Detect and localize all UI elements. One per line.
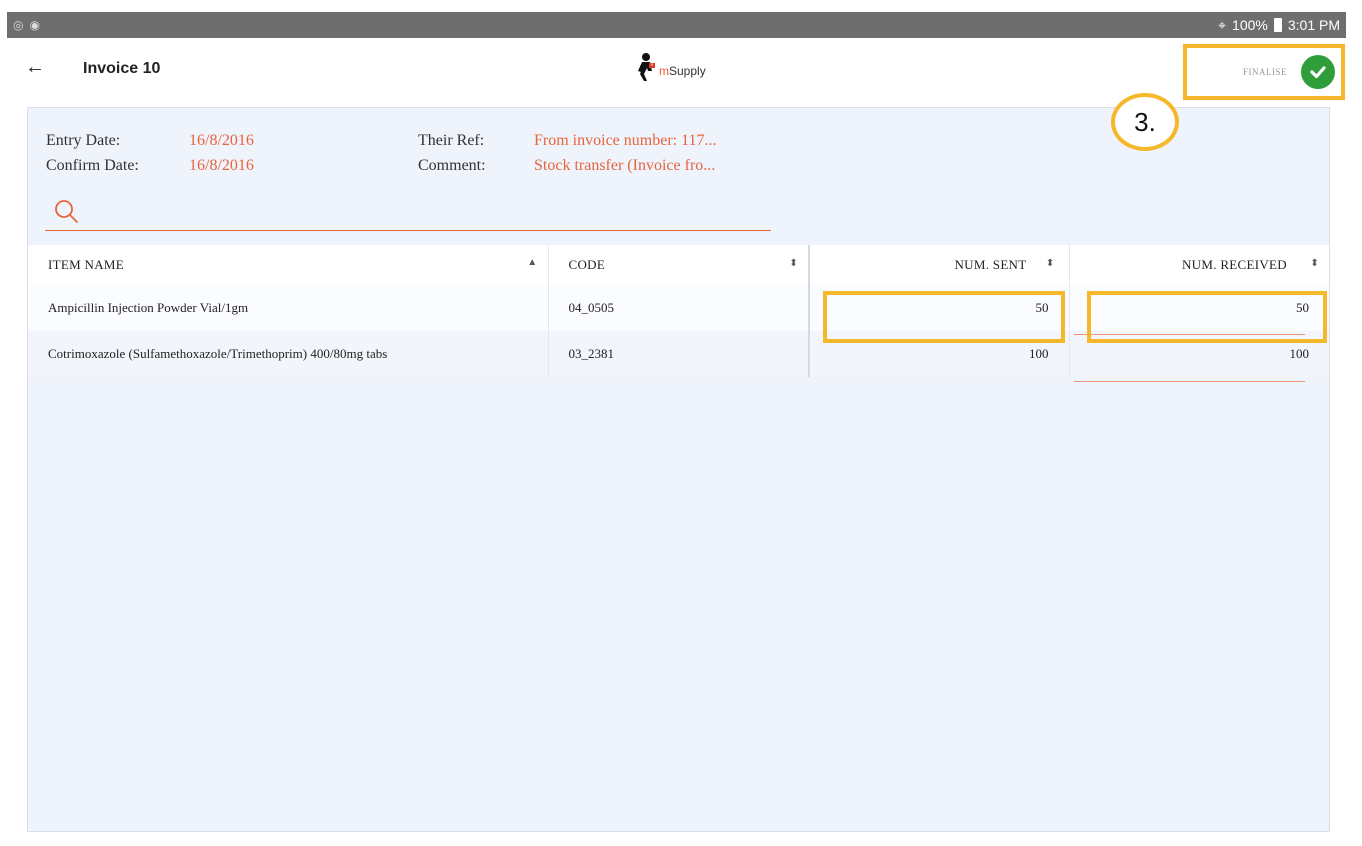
search-input[interactable]	[45, 192, 771, 231]
column-header-item-name[interactable]: ITEM NAME ▲	[28, 245, 549, 285]
confirm-date-value[interactable]: 16/8/2016	[189, 157, 254, 175]
highlight-num-received	[1087, 291, 1327, 343]
entry-date-label: Entry Date:	[46, 132, 121, 149]
finalise-button[interactable]: FINALISE	[1183, 44, 1345, 100]
highlight-num-sent	[823, 291, 1065, 343]
back-arrow-icon[interactable]: ←	[25, 56, 45, 79]
cell-code: 04_0505	[548, 285, 810, 331]
sort-icon: ⬍	[789, 258, 798, 269]
checkmark-icon	[1301, 55, 1335, 89]
sync-icon: ◎	[13, 18, 24, 32]
confirm-date-label: Confirm Date:	[46, 157, 139, 174]
sort-ascending-icon: ▲	[527, 257, 538, 268]
search-icon	[55, 200, 78, 223]
their-ref-label: Their Ref:	[418, 132, 485, 149]
image-icon: ◉	[29, 18, 40, 32]
step-annotation-badge: 3.	[1111, 93, 1179, 151]
column-header-num-sent[interactable]: NUM. SENT ⬍	[808, 245, 1070, 285]
column-header-num-received[interactable]: NUM. RECEIVED ⬍	[1069, 245, 1329, 285]
page-title: Invoice 10	[83, 60, 161, 77]
clock: 3:01 PM	[1287, 17, 1340, 33]
battery-level: 100%	[1232, 17, 1268, 33]
column-header-label: NUM. RECEIVED	[1181, 257, 1287, 272]
input-underline	[1074, 381, 1305, 382]
their-ref-value[interactable]: From invoice number: 117...	[534, 132, 717, 150]
column-header-label: NUM. SENT	[954, 257, 1027, 272]
battery-icon	[1273, 18, 1282, 32]
sort-icon: ⬍	[1045, 258, 1055, 269]
msupply-logo: mSupply	[635, 52, 706, 82]
sort-icon: ⬍	[1310, 258, 1319, 269]
invoice-panel: Entry Date: 16/8/2016 Confirm Date: 16/8…	[27, 107, 1330, 832]
runner-logo-icon	[638, 53, 655, 81]
status-bar: ◎ ◉ ⌖ 100% 3:01 PM	[7, 12, 1346, 38]
column-header-label: CODE	[568, 257, 606, 272]
status-notification-icons: ◎ ◉	[7, 18, 40, 32]
cell-code: 03_2381	[548, 331, 810, 377]
table-header-row: ITEM NAME ▲ CODE ⬍ NUM. SENT ⬍ NUM. RECE…	[28, 245, 1329, 285]
cell-item-name: Ampicillin Injection Powder Vial/1gm	[28, 285, 549, 331]
comment-value[interactable]: Stock transfer (Invoice fro...	[534, 157, 715, 175]
entry-date-value[interactable]: 16/8/2016	[189, 132, 254, 150]
column-header-label: ITEM NAME	[48, 257, 124, 272]
cell-item-name: Cotrimoxazole (Sulfamethoxazole/Trimetho…	[28, 331, 549, 377]
comment-label: Comment:	[418, 157, 486, 174]
finalise-label: FINALISE	[1243, 67, 1287, 77]
column-header-code[interactable]: CODE ⬍	[548, 245, 810, 285]
logo-text: mSupply	[659, 64, 706, 78]
wifi-icon: ⌖	[1218, 16, 1227, 33]
